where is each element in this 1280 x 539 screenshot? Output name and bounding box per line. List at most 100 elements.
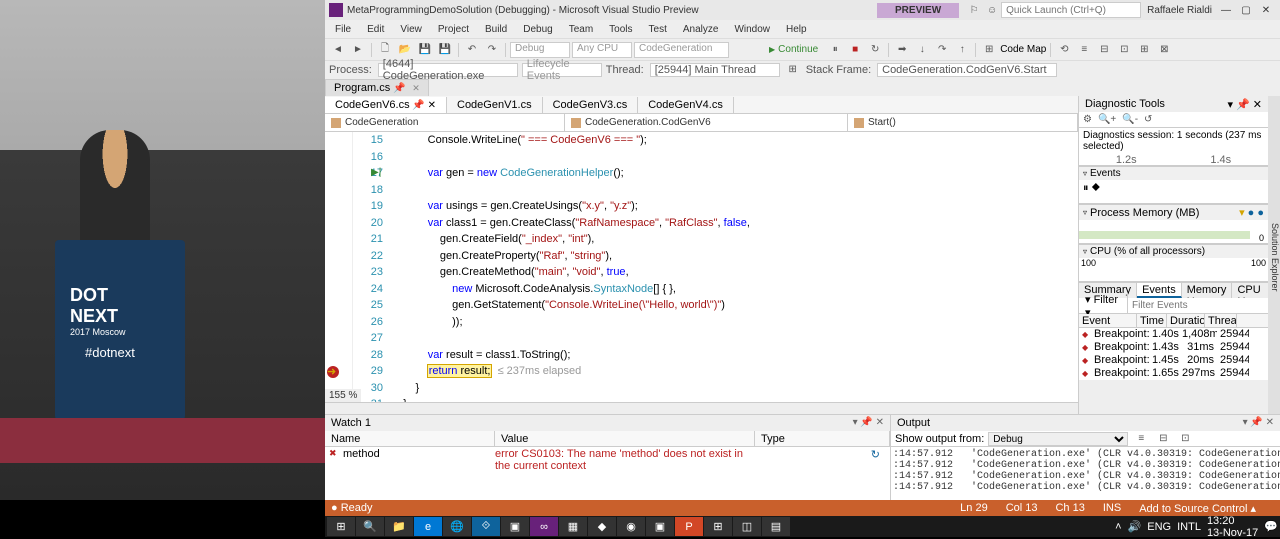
process-combo[interactable]: [4644] CodeGeneration.exe [378,63,518,77]
thread-icon[interactable]: ⊞ [784,61,802,79]
diag-tab-events[interactable]: Events [1137,283,1182,298]
diag-memory-header[interactable]: Process Memory (MB)▾● ● [1079,204,1268,220]
tb-b-icon[interactable]: ≡ [1075,41,1093,59]
tab-codegenv6[interactable]: CodeGenV6.cs 📌 ✕ [325,97,447,113]
thread-combo[interactable]: [25944] Main Thread [650,63,780,77]
solution-explorer-tab[interactable]: Solution Explorer [1268,96,1280,414]
tb-c-icon[interactable]: ⊟ [1095,41,1113,59]
open-icon[interactable]: 📂 [396,41,414,59]
undo-icon[interactable]: ↶ [463,41,481,59]
step-out-icon[interactable]: ↑ [953,41,971,59]
diag-cpu-header[interactable]: CPU (% of all processors) [1079,244,1268,258]
restart-icon[interactable]: ↻ [866,41,884,59]
tb-app3[interactable]: ◉ [617,517,645,536]
nav-project[interactable]: CodeGeneration [325,114,565,131]
tb-app2[interactable]: ◆ [588,517,616,536]
events-rows[interactable]: Breakpoint: Start...1.40s1,408ms25944]Br… [1079,328,1268,380]
tb-chrome[interactable]: 🌐 [443,517,471,536]
tb-app7[interactable]: ▤ [762,517,790,536]
menu-view[interactable]: View [392,22,430,37]
tb-app6[interactable]: ◫ [733,517,761,536]
tab-codegenv1[interactable]: CodeGenV1.cs [447,97,543,113]
output-source-select[interactable]: Debug [988,432,1128,446]
diag-tab-memory[interactable]: Memory Usage [1182,283,1233,298]
pause-icon[interactable]: ⏸ [826,41,844,59]
tb-app5[interactable]: ⊞ [704,517,732,536]
output-text[interactable]: :14:57.912 'CodeGeneration.exe' (CLR v4.… [891,447,1280,502]
diag-settings-icon[interactable]: ⚙ [1083,114,1092,125]
tb-d-icon[interactable]: ⊡ [1115,41,1133,59]
tab-codegenv4[interactable]: CodeGenV4.cs [638,97,734,113]
tb-app4[interactable]: ▣ [646,517,674,536]
tray-kb[interactable]: INTL [1177,521,1201,533]
menu-edit[interactable]: Edit [359,22,392,37]
user-name[interactable]: Raffaele Rialdi [1147,5,1212,16]
menu-analyze[interactable]: Analyze [675,22,727,37]
codemap-icon[interactable]: ⊞ [980,41,998,59]
refresh-icon[interactable]: ↻ [871,448,880,472]
diag-reset-icon[interactable]: ↺ [1144,114,1152,125]
stackframe-combo[interactable]: CodeGeneration.CodGenV6.Start [877,63,1057,77]
nav-member[interactable]: Start() [848,114,1078,131]
out-c-icon[interactable]: ⊡ [1176,430,1194,448]
codemap-label[interactable]: Code Map [1000,44,1046,55]
tb-search[interactable]: 🔍 [356,517,384,536]
diag-cpu-graph[interactable]: 100 100 [1079,258,1268,282]
out-b-icon[interactable]: ⊟ [1154,430,1172,448]
tb-e-icon[interactable]: ⊞ [1135,41,1153,59]
diag-zoomin-icon[interactable]: 🔍+ [1098,114,1116,125]
tray-lang[interactable]: ENG [1147,521,1171,533]
menu-debug[interactable]: Debug [515,22,560,37]
tb-a-icon[interactable]: ⟲ [1055,41,1073,59]
h-scrollbar[interactable] [325,402,1078,414]
menu-build[interactable]: Build [477,22,515,37]
continue-button[interactable]: Continue [763,44,824,55]
tb-f-icon[interactable]: ⊠ [1155,41,1173,59]
nav-class[interactable]: CodeGeneration.CodGenV6 [565,114,848,131]
feedback-icon[interactable]: ☺ [983,1,1001,19]
diag-events-graph[interactable]: ⏸ ◆ [1079,180,1268,204]
menu-team[interactable]: Team [561,22,601,37]
notif-icon[interactable]: ⚐ [965,1,983,19]
filter-input[interactable] [1128,300,1268,311]
step-over-icon[interactable]: ↷ [933,41,951,59]
tb-vscode[interactable]: ⟐ [472,517,500,536]
menu-tools[interactable]: Tools [601,22,640,37]
tab-program[interactable]: Program.cs 📌 ✕ [325,79,429,96]
tray-up-icon[interactable]: ˄ [1115,521,1121,533]
code-editor[interactable]: 1516171819202122232425262728293031 Conso… [325,132,1078,402]
system-tray[interactable]: ˄ 🔊 ENG INTL 13:2013-Nov-17 💬 [1115,515,1278,539]
start-button[interactable]: ⊞ [327,517,355,536]
diag-zoomout-icon[interactable]: 🔍- [1122,114,1138,125]
quick-launch-input[interactable] [1001,2,1141,18]
tb-explorer[interactable]: 📁 [385,517,413,536]
diag-memory-graph[interactable]: 0 [1079,220,1268,244]
config-select[interactable]: Debug [510,42,570,58]
menu-window[interactable]: Window [726,22,778,37]
lifecycle-combo[interactable]: Lifecycle Events [522,63,602,77]
tb-app1[interactable]: ▦ [559,517,587,536]
breakpoint-margin[interactable] [325,132,353,402]
stop-icon[interactable]: ■ [846,41,864,59]
minimize-button[interactable]: — [1216,3,1236,17]
tb-vs[interactable]: ∞ [530,517,558,536]
tb-cmd[interactable]: ▣ [501,517,529,536]
maximize-button[interactable]: ▢ [1236,3,1256,17]
zoom-level[interactable]: 155 % [325,389,361,402]
output-close-icon[interactable]: ▾ 📌 ✕ [1243,417,1274,429]
saveall-icon[interactable]: 💾 [436,41,454,59]
back-icon[interactable]: ◄ [329,41,347,59]
menu-file[interactable]: File [327,22,359,37]
tray-time[interactable]: 13:2013-Nov-17 [1207,515,1258,539]
status-sourcecontrol[interactable]: Add to Source Control ▴ [1139,502,1256,515]
platform-select[interactable]: Any CPU [572,42,632,58]
tb-edge[interactable]: e [414,517,442,536]
code-lines[interactable]: Console.WriteLine(" === CodeGenV6 === ")… [391,132,1078,402]
watch-close-icon[interactable]: ▾ 📌 ✕ [853,417,884,429]
step-into-icon[interactable]: ↓ [913,41,931,59]
target-select[interactable]: CodeGeneration [634,42,729,58]
save-icon[interactable]: 💾 [416,41,434,59]
menu-test[interactable]: Test [641,22,675,37]
tab-codegenv3[interactable]: CodeGenV3.cs [543,97,639,113]
menu-project[interactable]: Project [430,22,477,37]
